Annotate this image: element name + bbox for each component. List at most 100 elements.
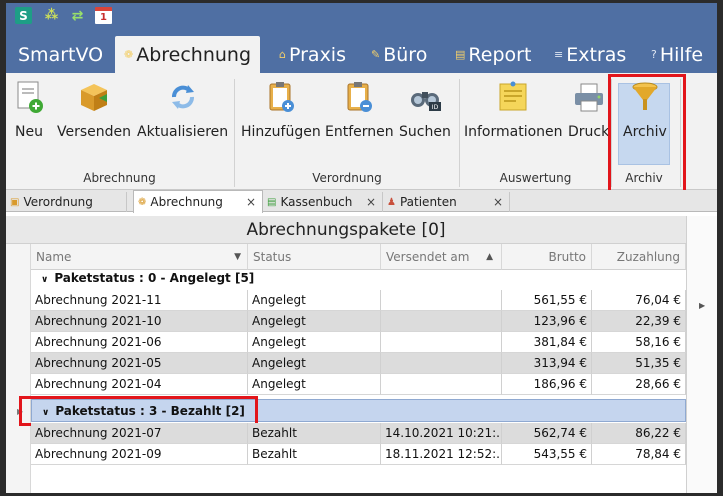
menu-tab-praxis[interactable]: ⌂ Praxis xyxy=(279,36,346,73)
menu-tab-label: SmartVO xyxy=(18,43,104,66)
cell-brutto: 562,74 € xyxy=(502,423,592,444)
column-header-label: Zuzahlung xyxy=(616,250,680,264)
doc-tab-kassenbuch[interactable]: ▤ Kassenbuch × xyxy=(263,192,383,212)
close-icon[interactable]: × xyxy=(246,195,256,209)
cell-name: Abrechnung 2021-06 xyxy=(31,332,248,353)
menu-tab-abrechnung[interactable]: ❁ Abrechnung xyxy=(115,36,261,73)
suchen-label: Suchen xyxy=(399,124,451,140)
network-icon[interactable]: ⁂ xyxy=(43,7,60,24)
cell-zuzahlung: 51,35 € xyxy=(592,353,686,374)
column-header-label: Status xyxy=(253,250,292,264)
cell-status: Angelegt xyxy=(248,290,381,311)
ribbon-separator xyxy=(234,79,235,187)
row-selector-column xyxy=(6,244,31,493)
title-bar: S ⁂ ⇄ 1 xyxy=(6,3,717,30)
group-label-verordnung: Verordnung xyxy=(312,171,382,185)
cell-zuzahlung: 58,16 € xyxy=(592,332,686,353)
table-row[interactable]: Abrechnung 2021-06 Angelegt 381,84 € 58,… xyxy=(31,332,686,353)
doc-tab-patienten[interactable]: ♟ Patienten × xyxy=(383,192,510,212)
cell-name: Abrechnung 2021-09 xyxy=(31,444,248,465)
doc-tab-label: Verordnung xyxy=(23,195,93,209)
group-label-abrechnung: Abrechnung xyxy=(83,171,156,185)
cell-versendet: 14.10.2021 10:21:... xyxy=(381,423,502,444)
binoculars-icon: ID xyxy=(408,79,442,115)
menu-tab-hilfe[interactable]: ? Hilfe xyxy=(651,36,703,73)
column-header-label: Versendet am xyxy=(386,250,470,264)
menu-tab-label: Extras xyxy=(566,43,627,66)
cell-versendet xyxy=(381,311,502,332)
menu-tab-label: Report xyxy=(468,43,532,66)
table-row[interactable]: Abrechnung 2021-10 Angelegt 123,96 € 22,… xyxy=(31,311,686,332)
note-icon xyxy=(496,79,530,115)
cell-brutto: 381,84 € xyxy=(502,332,592,353)
buero-tab-icon: ✎ xyxy=(371,48,381,61)
calendar-icon[interactable]: 1 xyxy=(95,7,112,24)
cell-versendet xyxy=(381,332,502,353)
abrechnung-tab-icon: ❁ xyxy=(124,48,134,61)
group-row-angelegt[interactable]: ∨ Paketstatus : 0 - Angelegt [5] xyxy=(31,267,686,290)
menu-tab-extras[interactable]: ≡ Extras xyxy=(554,36,626,73)
sync-icon[interactable]: ⇄ xyxy=(69,7,86,24)
hinzufuegen-label: Hinzufügen xyxy=(241,124,321,140)
doc-tab-abrechnung[interactable]: ❁ Abrechnung × xyxy=(133,190,263,213)
cell-name: Abrechnung 2021-04 xyxy=(31,374,248,395)
right-side-panel: ▶ xyxy=(686,216,717,493)
neu-button[interactable]: Neu xyxy=(12,79,46,140)
menu-tab-report[interactable]: ▤ Report xyxy=(455,36,531,73)
clipboard-remove-icon xyxy=(342,79,376,115)
collapse-chevron-icon[interactable]: ∨ xyxy=(41,275,48,285)
refresh-icon xyxy=(166,79,200,115)
expand-arrow-icon[interactable]: ▶ xyxy=(699,301,705,310)
cell-brutto: 561,55 € xyxy=(502,290,592,311)
doc-tab-label: Kassenbuch xyxy=(280,195,353,209)
document-tab-bar: ▣ Verordnung ❁ Abrechnung × ▤ Kassenbuch… xyxy=(6,190,717,213)
aktualisieren-button[interactable]: Aktualisieren xyxy=(137,79,228,140)
cell-status: Bezahlt xyxy=(248,423,381,444)
cell-name: Abrechnung 2021-10 xyxy=(31,311,248,332)
kassenbuch-tab-icon: ▤ xyxy=(267,196,277,208)
menu-tab-label: Hilfe xyxy=(659,43,704,66)
cell-versendet: 18.11.2021 12:52:... xyxy=(381,444,502,465)
druck-label: Druck xyxy=(568,124,610,140)
entfernen-button[interactable]: Entfernen xyxy=(325,79,394,140)
cell-zuzahlung: 22,39 € xyxy=(592,311,686,332)
cell-status: Angelegt xyxy=(248,353,381,374)
menu-tab-label: Büro xyxy=(383,43,428,66)
menu-tab-label: Praxis xyxy=(288,43,346,66)
versenden-button[interactable]: Versenden xyxy=(57,79,131,140)
doc-tab-verordnung[interactable]: ▣ Verordnung xyxy=(6,192,127,212)
informationen-button[interactable]: Informationen xyxy=(464,79,563,140)
cell-brutto: 543,55 € xyxy=(502,444,592,465)
grid-title: Abrechnungspakete [0] xyxy=(6,216,686,244)
informationen-label: Informationen xyxy=(464,124,563,140)
extras-tab-icon: ≡ xyxy=(554,48,564,61)
clipboard-add-icon xyxy=(264,79,298,115)
table-row[interactable]: Abrechnung 2021-04 Angelegt 186,96 € 28,… xyxy=(31,374,686,395)
doc-tab-label: Abrechnung xyxy=(150,195,223,209)
close-icon[interactable]: × xyxy=(366,195,376,209)
cell-versendet xyxy=(381,290,502,311)
help-tab-icon: ? xyxy=(651,48,657,61)
abrechnung-tab-icon: ❁ xyxy=(138,196,147,208)
menu-tab-buero[interactable]: ✎ Büro xyxy=(371,36,427,73)
suchen-button[interactable]: ID Suchen xyxy=(399,79,451,140)
table-row[interactable]: Abrechnung 2021-07 Bezahlt 14.10.2021 10… xyxy=(31,423,686,444)
cell-brutto: 186,96 € xyxy=(502,374,592,395)
table-row[interactable]: Abrechnung 2021-09 Bezahlt 18.11.2021 12… xyxy=(31,444,686,465)
menu-tab-smartvo[interactable]: SmartVO xyxy=(18,36,103,73)
menu-bar: SmartVO ❁ Abrechnung ⌂ Praxis ✎ Büro ▤ Repor… xyxy=(6,30,717,73)
cell-brutto: 313,94 € xyxy=(502,353,592,374)
column-header-label: Name xyxy=(36,250,72,264)
table-row[interactable]: Abrechnung 2021-05 Angelegt 313,94 € 51,… xyxy=(31,353,686,374)
aktualisieren-label: Aktualisieren xyxy=(137,124,229,140)
ribbon: Neu Versenden Aktualisieren Abrechnung H… xyxy=(6,73,717,196)
hinzufuegen-button[interactable]: Hinzufügen xyxy=(241,79,321,140)
table-row[interactable]: Abrechnung 2021-11 Angelegt 561,55 € 76,… xyxy=(31,290,686,311)
package-icon xyxy=(77,79,111,115)
close-icon[interactable]: × xyxy=(493,195,503,209)
app-logo-icon[interactable]: S xyxy=(15,7,32,24)
app-window: S ⁂ ⇄ 1 SmartVO ❁ Abrechnung ⌂ Praxis ✎ Bür… xyxy=(6,3,717,493)
doc-tab-label: Patienten xyxy=(399,195,457,209)
cell-zuzahlung: 78,84 € xyxy=(592,444,686,465)
druck-button[interactable]: Druck xyxy=(568,79,609,140)
